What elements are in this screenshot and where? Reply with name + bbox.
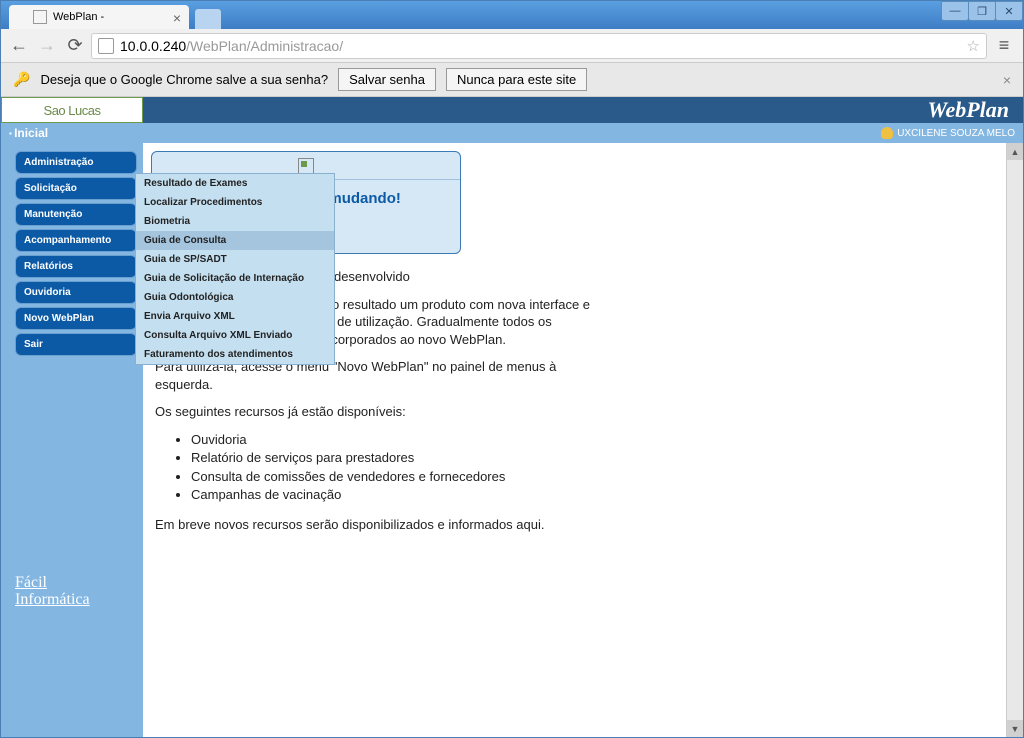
logo: Sao Lucas xyxy=(1,97,143,123)
list-item: Ouvidoria xyxy=(191,431,591,449)
sidebar-item-sair[interactable]: Sair xyxy=(15,333,137,356)
username-label: UXCILENE SOUZA MELO xyxy=(897,128,1015,139)
list-item: Consulta de comissões de vendedores e fo… xyxy=(191,468,591,486)
browser-toolbar: ← → ⟳ 10.0.0.240/WebPlan/Administracao/ … xyxy=(1,29,1023,63)
maximize-button[interactable]: ❐ xyxy=(968,1,996,21)
minimize-button[interactable]: — xyxy=(941,1,969,21)
forward-button[interactable]: → xyxy=(35,34,59,58)
app-title: WebPlan xyxy=(928,97,1023,123)
submenu-item-consulta-xml[interactable]: Consulta Arquivo XML Enviado xyxy=(136,326,334,345)
close-infobar-icon[interactable]: × xyxy=(1003,72,1011,88)
scroll-down-arrow[interactable]: ▼ xyxy=(1007,720,1023,737)
broken-image-icon xyxy=(298,158,314,174)
new-tab-button[interactable] xyxy=(195,9,221,29)
submenu-item-envia-xml[interactable]: Envia Arquivo XML xyxy=(136,307,334,326)
page-icon xyxy=(33,10,47,24)
sidebar-item-novo-webplan[interactable]: Novo WebPlan xyxy=(15,307,137,330)
app-subbar: Inicial UXCILENE SOUZA MELO xyxy=(1,123,1023,143)
user-icon xyxy=(881,127,893,139)
feature-list: Ouvidoria Relatório de serviços para pre… xyxy=(191,431,591,504)
tab-title: WebPlan - xyxy=(53,11,104,23)
scroll-up-arrow[interactable]: ▲ xyxy=(1007,143,1023,160)
submenu-item-guia-odontologica[interactable]: Guia Odontológica xyxy=(136,288,334,307)
submenu-solicitacao: Resultado de Exames Localizar Procedimen… xyxy=(135,173,335,365)
password-save-infobar: 🔑 Deseja que o Google Chrome salve a sua… xyxy=(1,63,1023,97)
close-window-button[interactable]: ✕ xyxy=(995,1,1023,21)
chrome-menu-button[interactable]: ≡ xyxy=(991,33,1017,59)
sidebar-item-solicitacao[interactable]: Solicitação xyxy=(15,177,137,200)
sidebar-item-manutencao[interactable]: Manutenção xyxy=(15,203,137,226)
vertical-scrollbar[interactable]: ▲ ▼ xyxy=(1006,143,1023,737)
sidebar-item-administracao[interactable]: Administração xyxy=(15,151,137,174)
paragraph: Em breve novos recursos serão disponibil… xyxy=(155,516,591,534)
save-password-button[interactable]: Salvar senha xyxy=(338,68,436,91)
back-button[interactable]: ← xyxy=(7,34,31,58)
url-host: 10.0.0.240 xyxy=(120,38,186,54)
scroll-track[interactable] xyxy=(1007,160,1023,720)
infobar-message: Deseja que o Google Chrome salve a sua s… xyxy=(40,72,328,87)
never-save-password-button[interactable]: Nunca para este site xyxy=(446,68,587,91)
submenu-item-guia-consulta[interactable]: Guia de Consulta xyxy=(136,231,334,250)
submenu-item-faturamento[interactable]: Faturamento dos atendimentos xyxy=(136,345,334,364)
site-info-icon[interactable] xyxy=(98,38,114,54)
bookmark-star-icon[interactable]: ☆ xyxy=(967,37,980,55)
submenu-item-resultado-exames[interactable]: Resultado de Exames xyxy=(136,174,334,193)
paragraph: Os seguintes recursos já estão disponíve… xyxy=(155,403,591,421)
close-tab-icon[interactable]: × xyxy=(173,10,181,26)
app-header: Sao Lucas WebPlan xyxy=(1,97,1023,123)
browser-titlebar: WebPlan - × — ❐ ✕ xyxy=(1,1,1023,29)
reload-button[interactable]: ⟳ xyxy=(63,34,87,58)
sidebar: Administração Solicitação Manutenção Aco… xyxy=(1,143,143,737)
list-item: Relatório de serviços para prestadores xyxy=(191,449,591,467)
address-bar[interactable]: 10.0.0.240/WebPlan/Administracao/ ☆ xyxy=(91,33,987,59)
footer-company-link[interactable]: Fácil Informática xyxy=(15,574,137,609)
submenu-item-guia-sp-sadt[interactable]: Guia de SP/SADT xyxy=(136,250,334,269)
submenu-item-biometria[interactable]: Biometria xyxy=(136,212,334,231)
sidebar-item-ouvidoria[interactable]: Ouvidoria xyxy=(15,281,137,304)
list-item: Campanhas de vacinação xyxy=(191,486,591,504)
browser-tab[interactable]: WebPlan - × xyxy=(9,5,189,29)
submenu-item-guia-internacao[interactable]: Guia de Solicitação de Internação xyxy=(136,269,334,288)
key-icon: 🔑 xyxy=(13,71,30,88)
url-path: /WebPlan/Administracao/ xyxy=(186,38,343,54)
sidebar-item-acompanhamento[interactable]: Acompanhamento xyxy=(15,229,137,252)
breadcrumb: Inicial xyxy=(9,126,48,140)
sidebar-item-relatorios[interactable]: Relatórios xyxy=(15,255,137,278)
submenu-item-localizar-procedimentos[interactable]: Localizar Procedimentos xyxy=(136,193,334,212)
